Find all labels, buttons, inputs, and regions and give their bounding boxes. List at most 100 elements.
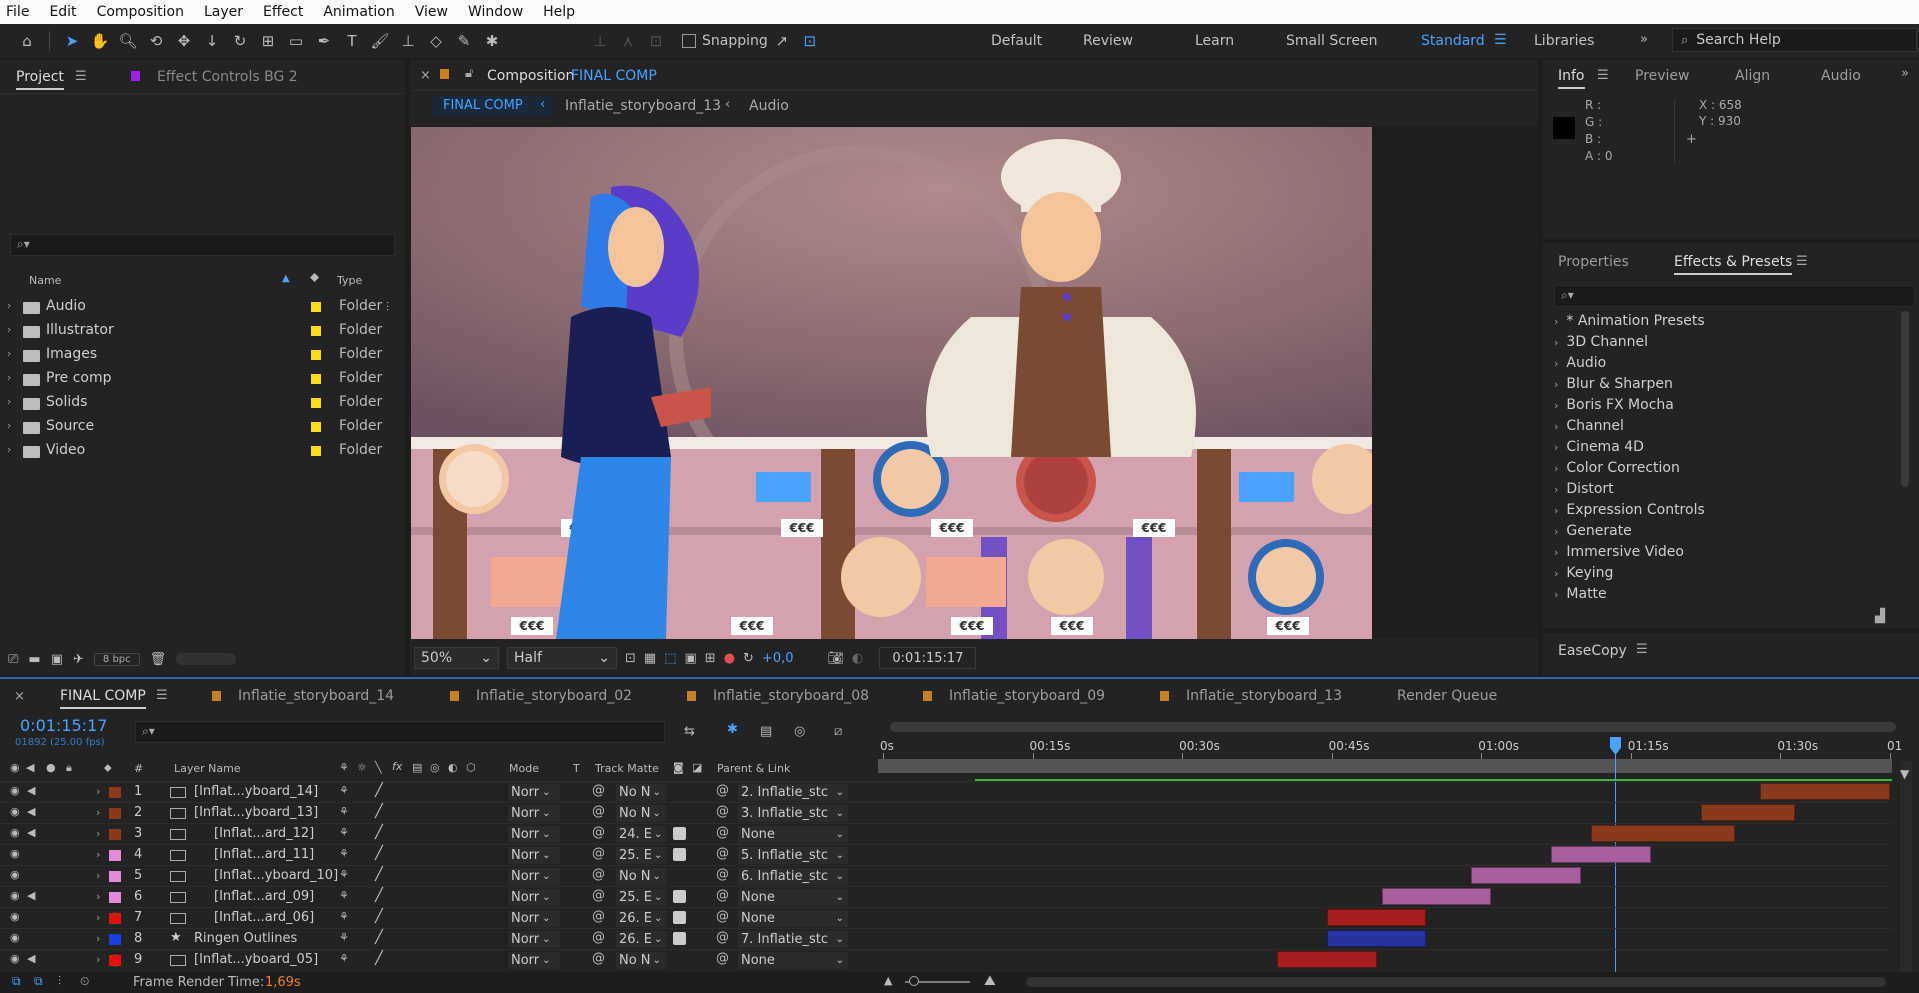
timeline-graph[interactable] [878,713,1919,993]
workspace-libraries[interactable]: Libraries [1534,33,1594,49]
shy-switch-icon[interactable]: ⚘ [339,868,349,881]
table-row[interactable]: ◉ › 7 [Inflat...ard_06] ⚘ ╱ Norr ⌄ @ 26. … [0,907,878,928]
menu-help[interactable]: Help [543,4,575,20]
track-matte-dropdown[interactable]: 26. E ⌄ [616,910,666,927]
matte-switch[interactable] [673,890,686,903]
layer-label-color[interactable] [109,829,121,840]
sort-ascending-icon[interactable]: ▲ [282,273,290,284]
comp-tab-name[interactable]: FINAL COMP [571,68,657,84]
parent-dropdown[interactable]: 2. Inflatie_stc ⌄ [738,784,848,801]
lock-icon[interactable]: 🔓︎ [465,66,473,81]
shy-layers-icon[interactable]: ✱ [727,722,738,737]
project-search-input[interactable]: ⌕▾ [10,234,395,256]
chevron-right-icon[interactable]: › [96,932,100,945]
table-row[interactable]: ◉ ◀ › 3 [Inflat...ard_12] ⚘ ╱ Norr ⌄ @ 24… [0,823,878,844]
layer-duration-bar[interactable] [1590,825,1736,842]
menu-animation[interactable]: Animation [323,4,394,20]
shy-switch-icon[interactable]: ⚘ [339,889,349,902]
zoom-in-mountain-icon[interactable]: ⛰︎ [984,973,996,989]
track-matte-dropdown[interactable]: No N ⌄ [616,868,666,885]
eye-icon[interactable]: ◉ [10,784,20,797]
align-icon[interactable]: ⊥ [589,30,611,52]
table-row[interactable]: ◉ ◀ › 2 [Inflat...yboard_13] ⚘ ╱ Norr ⌄ @… [0,802,878,823]
selection-tool-icon[interactable]: ➤ [61,30,83,52]
list-item[interactable]: › Pre comp Folder [0,368,400,392]
menu-layer[interactable]: Layer [204,4,243,20]
effect-category[interactable]: › 3D Channel [1554,334,1648,350]
list-item[interactable]: › Audio Folder [0,296,400,320]
layer-name[interactable]: [Inflat...ard_09] [214,889,314,904]
fast-previews-icon[interactable]: ⊡ [625,651,636,666]
layer-name[interactable]: [Inflat...yboard_05] [194,952,318,967]
mode-dropdown[interactable]: Norr ⌄ [508,784,560,801]
parent-pickwhip-icon[interactable]: @ [716,888,729,903]
chevron-right-icon[interactable]: › [96,911,100,924]
parent-dropdown[interactable]: None ⌄ [738,910,848,927]
horizontal-scrollbar[interactable] [1026,977,1886,987]
region-of-interest-icon[interactable]: ⬚ [664,651,676,666]
list-item[interactable]: › Images Folder [0,344,400,368]
transfer-controls-icon[interactable]: ⧉ [34,974,43,989]
mode-dropdown[interactable]: Norr ⌄ [508,847,560,864]
chevron-right-icon[interactable]: › [96,806,100,819]
reset-exposure-icon[interactable]: ↻ [743,651,754,666]
table-row[interactable]: ◉ ◀ › 9 [Inflat...yboard_05] ⚘ ╱ Norr ⌄ @… [0,949,878,970]
effect-category[interactable]: › Immersive Video [1554,544,1684,560]
mode-dropdown[interactable]: Norr ⌄ [508,826,560,843]
layer-duration-bar[interactable] [1551,846,1651,863]
quality-switch-icon[interactable]: ╱ [375,783,383,798]
menu-composition[interactable]: Composition [97,4,184,20]
3d-switch-icon[interactable]: ⬡ [466,761,476,774]
effect-category[interactable]: › Matte [1554,586,1607,602]
quality-switch-icon[interactable]: ╱ [375,909,383,924]
list-item[interactable]: › Video Folder [0,440,400,464]
quality-switch-icon[interactable]: ╲ [375,761,382,774]
layer-duration-bar[interactable] [1471,867,1581,884]
parent-dropdown[interactable]: 7. Inflatie_stc ⌄ [738,931,848,948]
chevron-right-icon[interactable]: › [7,347,11,360]
layer-name[interactable]: [Inflat...ard_11] [214,847,314,862]
table-row[interactable]: ◉ › 4 [Inflat...ard_11] ⚘ ╱ Norr ⌄ @ 25. … [0,844,878,865]
matte-switch[interactable] [673,848,686,861]
parent-pickwhip-icon[interactable]: @ [716,867,729,882]
layer-switches-icon[interactable]: ⧉ [12,974,21,989]
close-tab-icon[interactable]: × [14,689,25,704]
layer-label-color[interactable] [109,850,121,861]
chevron-right-icon[interactable]: › [96,890,100,903]
label-color[interactable] [311,350,321,360]
shy-switch-icon[interactable]: ⚘ [339,826,349,839]
pickwhip-icon[interactable]: @ [592,909,605,924]
chevron-right-icon[interactable]: › [7,323,11,336]
pickwhip-icon[interactable]: @ [592,846,605,861]
new-preset-icon[interactable]: ▟ [1875,609,1885,624]
chevron-right-icon[interactable]: › [96,869,100,882]
mask-visibility-icon[interactable]: ▣ [685,651,697,666]
mode-dropdown[interactable]: Norr ⌄ [508,889,560,906]
chevron-right-icon[interactable]: › [96,827,100,840]
shy-switch-icon[interactable]: ⚘ [339,931,349,944]
close-tab-icon[interactable]: × [420,68,431,83]
timeline-tab[interactable]: Inflatie_storyboard_08 [713,688,869,704]
tab-effects-presets[interactable]: Effects & Presets [1674,254,1793,275]
parent-pickwhip-icon[interactable]: @ [716,804,729,819]
pickwhip-icon[interactable]: @ [592,825,605,840]
mode-dropdown[interactable]: Norr ⌄ [508,952,560,969]
effect-category[interactable]: › Audio [1554,355,1606,371]
layer-label-color[interactable] [109,913,121,924]
track-matte-dropdown[interactable]: 24. E ⌄ [616,826,666,843]
pen-tool-icon[interactable]: ✒ [313,30,335,52]
list-item[interactable]: › Source Folder [0,416,400,440]
tab-project[interactable]: Project [16,69,64,90]
timeline-tab[interactable]: Inflatie_storyboard_13 [1186,688,1342,704]
snap-options-icon[interactable]: ↗ [771,30,793,52]
comp-tab-prefix[interactable]: Composition [487,68,574,84]
eraser-tool-icon[interactable]: ◇ [425,30,447,52]
list-item[interactable]: › Illustrator Folder [0,320,400,344]
label-color[interactable] [311,398,321,408]
snapping-checkbox[interactable] [682,34,696,48]
track-matte-dropdown[interactable]: 25. E ⌄ [616,889,666,906]
eye-icon[interactable]: ◉ [10,910,20,923]
quality-switch-icon[interactable]: ╱ [375,951,383,966]
workspace-review[interactable]: Review [1083,33,1133,49]
parent-pickwhip-icon[interactable]: @ [716,846,729,861]
